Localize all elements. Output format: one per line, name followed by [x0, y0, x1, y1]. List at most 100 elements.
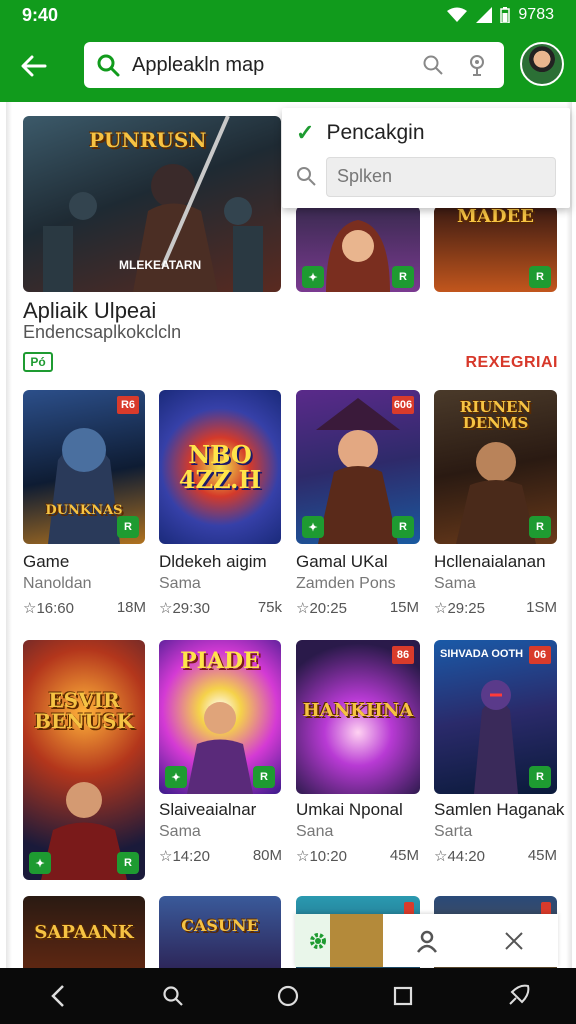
- rating-text: ☆44:20: [434, 848, 485, 865]
- battery-text: 9783: [518, 6, 554, 23]
- badge-shield-icon: ✦: [302, 266, 324, 288]
- badge-r-icon: R: [392, 516, 414, 538]
- game-title: Dldekeh aigim: [159, 552, 267, 571]
- search-input[interactable]: Appleakln map: [84, 42, 504, 88]
- game-card-art[interactable]: 06 SIHVADA OOTH R: [434, 640, 557, 794]
- game-art-button[interactable]: [295, 914, 383, 967]
- featured-subtitle: Endencsaplkokclcln: [23, 322, 182, 342]
- featured-action-button[interactable]: REXEGRIAI: [465, 354, 558, 372]
- badge-r-icon: R: [529, 516, 551, 538]
- badge-shield-icon: ✦: [302, 516, 324, 538]
- check-icon: ✓: [296, 120, 315, 145]
- game-card-art[interactable]: PIADE ✦ R: [159, 640, 281, 794]
- corner-badge: 86: [392, 646, 414, 664]
- badge-r-icon: R: [117, 852, 139, 874]
- size-text: 45M: [389, 847, 419, 864]
- close-icon: [505, 931, 523, 950]
- game-developer: Sama: [159, 823, 201, 840]
- game-card-art[interactable]: SAPAANK: [23, 896, 145, 968]
- rating-text: ☆14:20: [159, 848, 210, 865]
- game-card-art[interactable]: 86 HANKHNA: [296, 640, 420, 794]
- dropdown-search-field[interactable]: Splken: [326, 157, 556, 197]
- featured-chip[interactable]: Pó: [23, 352, 53, 372]
- featured-art-caption: MLEKEATARN: [119, 258, 202, 272]
- game-meta: ☆20:25 15M: [296, 599, 419, 617]
- card-art-title: SIHVADA OOTH: [440, 648, 524, 660]
- card-art-title: HANKHNA: [302, 700, 414, 721]
- nav-back-button[interactable]: [33, 971, 83, 1021]
- hero-illustration: [41, 782, 127, 880]
- status-time: 9:40: [22, 4, 59, 25]
- game-developer: Zamden Pons: [296, 575, 396, 592]
- game-meta: ☆14:20 80M: [159, 847, 282, 865]
- game-meta: ☆29:25 1SM: [434, 599, 557, 617]
- back-button[interactable]: [14, 46, 54, 86]
- game-card-art[interactable]: CASUNE: [159, 896, 281, 968]
- card-art-title: SAPAANK: [34, 922, 134, 943]
- home-circle-icon: [277, 985, 299, 1007]
- nav-search-button[interactable]: [148, 971, 198, 1021]
- size-text: 75k: [257, 599, 282, 616]
- game-list[interactable]: PUNRUSN MLEKEATARN ✦ R MADEE R Apliaik U…: [0, 102, 576, 968]
- rating-value: 14:20: [172, 848, 210, 865]
- game-card-art[interactable]: RIUNEN DENMS R: [434, 390, 557, 544]
- search-button[interactable]: [418, 50, 448, 80]
- game-card-art[interactable]: 606 ✦ R: [296, 390, 420, 544]
- badge-r-icon: R: [392, 266, 414, 288]
- game-card-art[interactable]: NBO 4ZZ.H: [159, 390, 281, 544]
- featured-side-art-1[interactable]: ✦ R: [296, 206, 420, 292]
- featured-side-art-2[interactable]: MADEE R: [434, 206, 557, 292]
- rating-value: 16:60: [36, 600, 74, 617]
- nav-extra-button[interactable]: [493, 971, 543, 1021]
- person-icon: [416, 930, 437, 953]
- game-title: Slaiveaialnar: [159, 800, 257, 819]
- side-art-2-title: MADEE: [457, 206, 534, 227]
- game-developer: Sarta: [434, 823, 473, 840]
- nav-recents-button[interactable]: [378, 971, 428, 1021]
- badge-r-icon: R: [253, 766, 275, 788]
- game-title: Hcllenaialanan: [434, 552, 546, 571]
- status-bar: 9:40 9783: [0, 0, 576, 30]
- rating-text: ☆16:60: [23, 600, 74, 617]
- filter-dropdown[interactable]: ✓ Pencakgin Splken: [282, 108, 570, 208]
- game-meta: ☆44:20 45M: [434, 847, 557, 865]
- rating-value: 20:25: [309, 600, 347, 617]
- game-card-art[interactable]: ESVIR BENUSK ✦ R: [23, 640, 145, 880]
- avatar[interactable]: [520, 42, 564, 86]
- size-text: 1SM: [526, 599, 557, 616]
- rating-value: 29:25: [447, 600, 485, 617]
- dropdown-selected-option[interactable]: ✓ Pencakgin: [296, 120, 425, 146]
- badge-r-icon: R: [529, 766, 551, 788]
- corner-badge: R6: [117, 396, 139, 414]
- size-text: 45M: [527, 847, 557, 864]
- rating-value: 10:20: [309, 848, 347, 865]
- card-art-title: RIUNEN DENMS: [459, 398, 532, 432]
- featured-title: Apliaik Ulpeai: [23, 298, 157, 323]
- card-art-title: NBO 4ZZ.H: [178, 439, 262, 494]
- scroll-edge-right: [566, 102, 572, 968]
- rating-text: ☆29:30: [159, 600, 210, 617]
- dropdown-selected-label: Pencakgin: [326, 121, 425, 144]
- wifi-icon: [447, 7, 468, 22]
- size-text: 15M: [389, 599, 419, 616]
- game-developer: Nanoldan: [23, 575, 92, 592]
- scroll-edge-left: [6, 102, 12, 968]
- voice-search-button[interactable]: [462, 50, 492, 80]
- app-bar: Appleakln map: [0, 30, 576, 102]
- search-icon: [423, 55, 443, 75]
- profile-button[interactable]: [383, 914, 471, 967]
- corner-badge: 606: [392, 396, 414, 414]
- featured-art[interactable]: PUNRUSN MLEKEATARN: [23, 116, 281, 292]
- corner-badge: 06: [529, 646, 551, 664]
- close-button[interactable]: [470, 914, 558, 967]
- nav-home-button[interactable]: [263, 971, 313, 1021]
- card-art-title: CASUNE: [181, 916, 259, 935]
- game-title: Umkai Nponal: [296, 800, 403, 819]
- signal-icon: [476, 7, 493, 23]
- badge-shield-icon: ✦: [29, 852, 51, 874]
- search-icon: [297, 167, 316, 186]
- game-card-art[interactable]: R6 DUNKNAS R: [23, 390, 145, 544]
- rating-text: ☆29:25: [434, 600, 485, 617]
- search-icon: [97, 54, 120, 77]
- game-meta: ☆16:60 18M: [23, 599, 146, 617]
